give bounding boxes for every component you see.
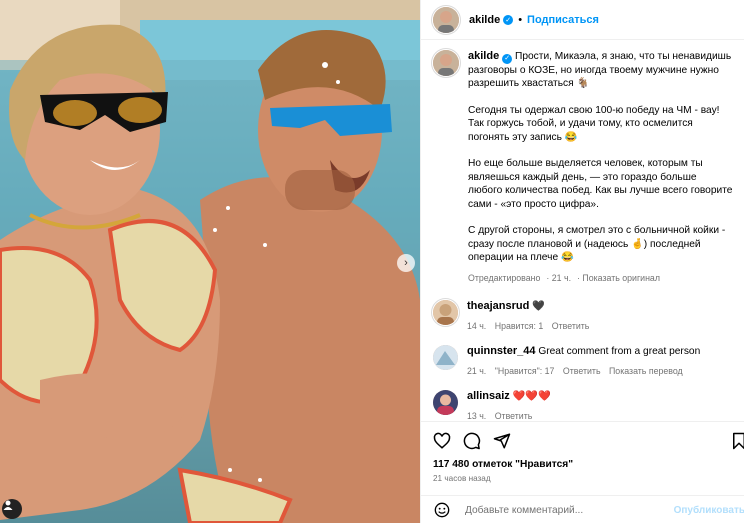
- comment-body: theajansrud 🖤 14 ч. Нравится: 1 Ответить: [467, 300, 727, 331]
- caption-body: akilde ✓ Прости, Микаэла, я знаю, что ты …: [468, 50, 733, 285]
- verified-icon: ✓: [503, 14, 514, 25]
- post-caption: akilde ✓ Прости, Микаэла, я знаю, что ты …: [421, 41, 744, 285]
- avatar[interactable]: [433, 390, 458, 416]
- comment-item: quinnster_44 Great comment from a great …: [421, 345, 744, 376]
- author-username[interactable]: akilde: [469, 14, 500, 26]
- comment-item: allinsaiz ❤️❤️❤️ 13 ч. Ответить: [421, 390, 744, 421]
- comment-time: 21 ч.: [467, 366, 487, 377]
- edited-label: Отредактировано: [468, 272, 541, 283]
- comment-likes[interactable]: Нравится: 1: [495, 321, 544, 331]
- avatar[interactable]: [433, 6, 459, 33]
- comments-list[interactable]: akilde ✓ Прости, Микаэла, я знаю, что ты …: [421, 41, 744, 421]
- heart-icon[interactable]: [432, 431, 452, 451]
- reply-link[interactable]: Ответить: [552, 321, 590, 331]
- post-sidebar: akilde ✓ • Подписаться akilde ✓ Прости, М…: [420, 0, 744, 523]
- reply-link[interactable]: Ответить: [563, 366, 601, 376]
- comment-likes[interactable]: "Нравится": 17: [495, 366, 555, 376]
- comment-meta: 13 ч. Ответить: [467, 411, 727, 421]
- avatar[interactable]: [433, 50, 459, 76]
- comment-input[interactable]: Добавьте комментарий...: [465, 505, 583, 516]
- action-icons: [432, 431, 512, 451]
- user-tag-icon[interactable]: [2, 499, 22, 519]
- comment-meta: 14 ч. Нравится: 1 Ответить: [467, 321, 727, 331]
- comment-username[interactable]: quinnster_44: [467, 345, 535, 357]
- comment-text: Great comment from a great person: [538, 346, 701, 358]
- separator-dot: •: [518, 13, 523, 26]
- comment-time: 14 ч.: [467, 321, 487, 332]
- caption-paragraph: akilde ✓ Прости, Микаэла, я знаю, что ты …: [468, 50, 733, 91]
- avatar[interactable]: [433, 300, 458, 326]
- comment-meta: 21 ч. "Нравится": 17 Ответить Показать п…: [467, 366, 727, 376]
- likes-count[interactable]: 117 480 отметок "Нравится": [433, 459, 573, 470]
- post-header: akilde ✓ • Подписаться: [421, 0, 744, 40]
- add-comment-bar: Добавьте комментарий... Опубликовать: [421, 495, 744, 523]
- comment-item: theajansrud 🖤 14 ч. Нравится: 1 Ответить: [421, 300, 744, 331]
- publish-button[interactable]: Опубликовать: [674, 505, 744, 516]
- comment-username[interactable]: allinsaiz: [467, 390, 510, 402]
- verified-icon: ✓: [502, 53, 513, 64]
- avatar[interactable]: [433, 345, 458, 371]
- photo-illustration: [0, 0, 420, 523]
- comment-time: 13 ч.: [467, 411, 487, 421]
- caption-time: 21 ч.: [551, 272, 572, 283]
- caption-paragraph: Сегодня ты одержал свою 100-ю победу на …: [468, 104, 720, 143]
- comment-body: allinsaiz ❤️❤️❤️ 13 ч. Ответить: [467, 390, 727, 421]
- comment-text: 🖤: [532, 301, 545, 313]
- caption-paragraph: С другой стороны, я смотрел это с больни…: [468, 225, 726, 264]
- comment-username[interactable]: theajansrud: [467, 300, 529, 312]
- comment-text: ❤️❤️❤️: [512, 391, 551, 403]
- caption-meta: Отредактировано · 21 ч. · Показать оригина…: [468, 272, 660, 283]
- comment-icon[interactable]: [462, 431, 482, 451]
- show-translation-link[interactable]: Показать перевод: [609, 366, 683, 376]
- caption-username[interactable]: akilde: [468, 50, 499, 62]
- comment-body: quinnster_44 Great comment from a great …: [467, 345, 727, 376]
- follow-button[interactable]: Подписаться: [527, 14, 599, 26]
- post-timestamp: 21 часов назад: [433, 474, 491, 483]
- caption-paragraph: Но еще больше выделяется человек, которы…: [468, 158, 733, 210]
- share-icon[interactable]: [492, 431, 512, 451]
- bookmark-icon[interactable]: [729, 431, 744, 451]
- show-original-link[interactable]: Показать оригинал: [582, 273, 660, 283]
- post-modal: › akilde ✓ • Подписаться akilde ✓ Прости,…: [0, 0, 744, 523]
- emoji-icon[interactable]: [433, 501, 451, 519]
- reply-link[interactable]: Ответить: [495, 411, 533, 421]
- post-photo[interactable]: ›: [0, 0, 420, 523]
- post-actions: 117 480 отметок "Нравится" 21 часов наза…: [421, 421, 744, 523]
- chevron-right-icon[interactable]: ›: [397, 254, 415, 272]
